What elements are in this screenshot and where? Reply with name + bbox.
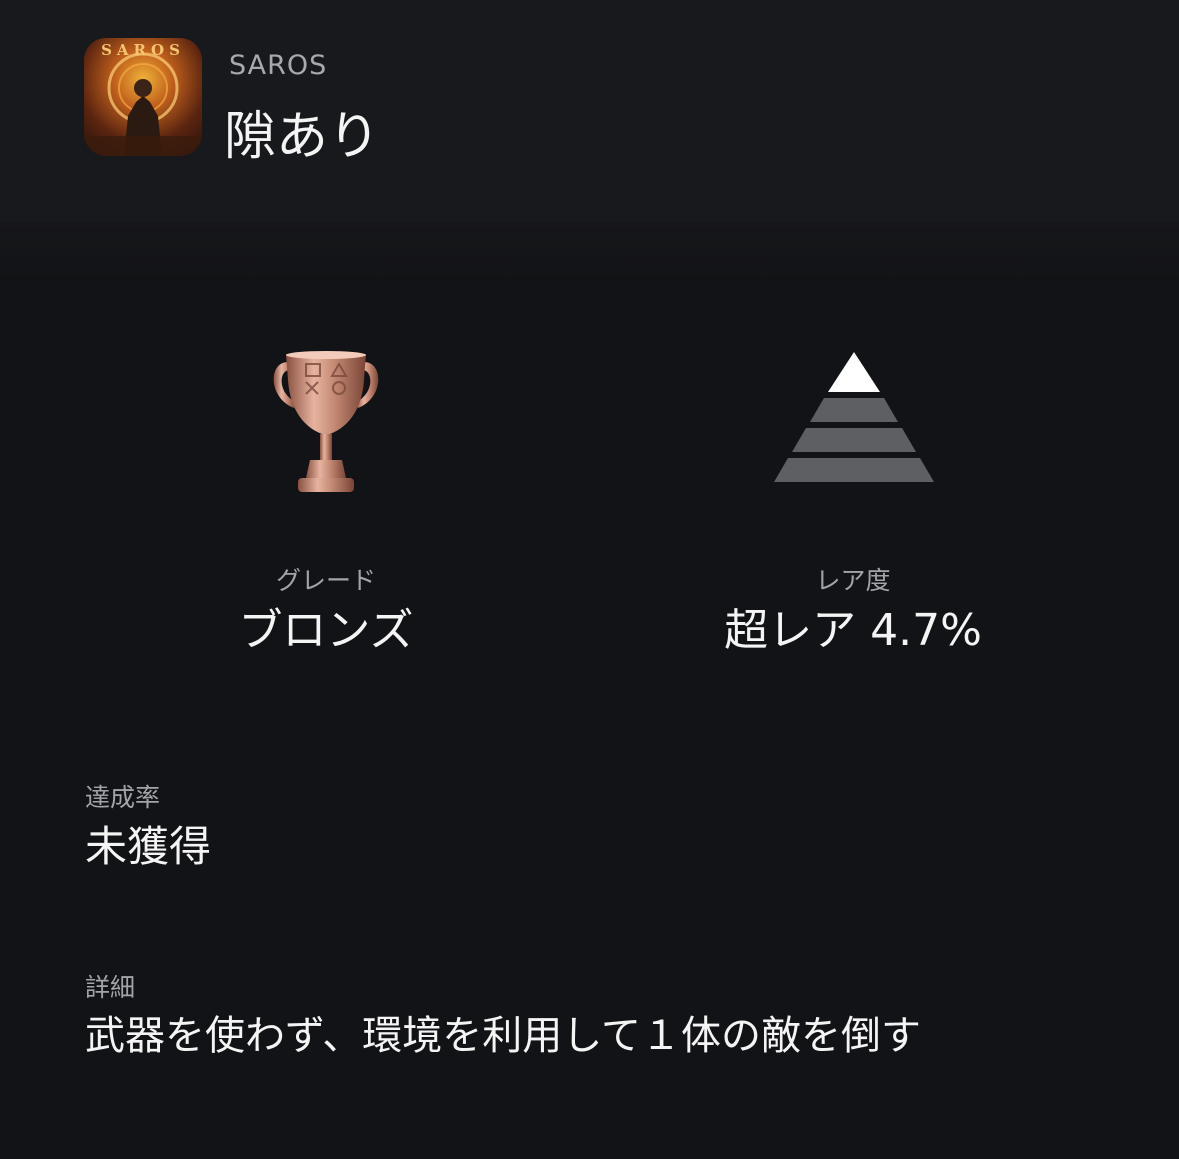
rarity-value: 超レア 4.7% bbox=[724, 605, 982, 656]
rarity-pyramid-icon bbox=[772, 350, 936, 488]
game-cover-icon[interactable]: SAROS bbox=[84, 38, 202, 156]
grade-label: グレード bbox=[275, 566, 376, 595]
details-label: 詳細 bbox=[85, 973, 136, 1002]
grade-value: ブロンズ bbox=[238, 605, 414, 656]
bronze-trophy-icon bbox=[266, 350, 386, 502]
progress-value: 未獲得 bbox=[85, 822, 212, 871]
details-value: 武器を使わず、環境を利用して１体の敵を倒す bbox=[85, 1013, 921, 1059]
trophy-header: SAROS SAROS 隙あり bbox=[0, 0, 1179, 222]
trophy-title: 隙あり bbox=[224, 107, 381, 167]
game-logo-text: SAROS bbox=[101, 41, 185, 59]
progress-label: 達成率 bbox=[85, 783, 161, 812]
header-divider bbox=[0, 222, 1179, 282]
game-title: SAROS bbox=[229, 50, 328, 81]
rarity-label: レア度 bbox=[815, 566, 891, 595]
